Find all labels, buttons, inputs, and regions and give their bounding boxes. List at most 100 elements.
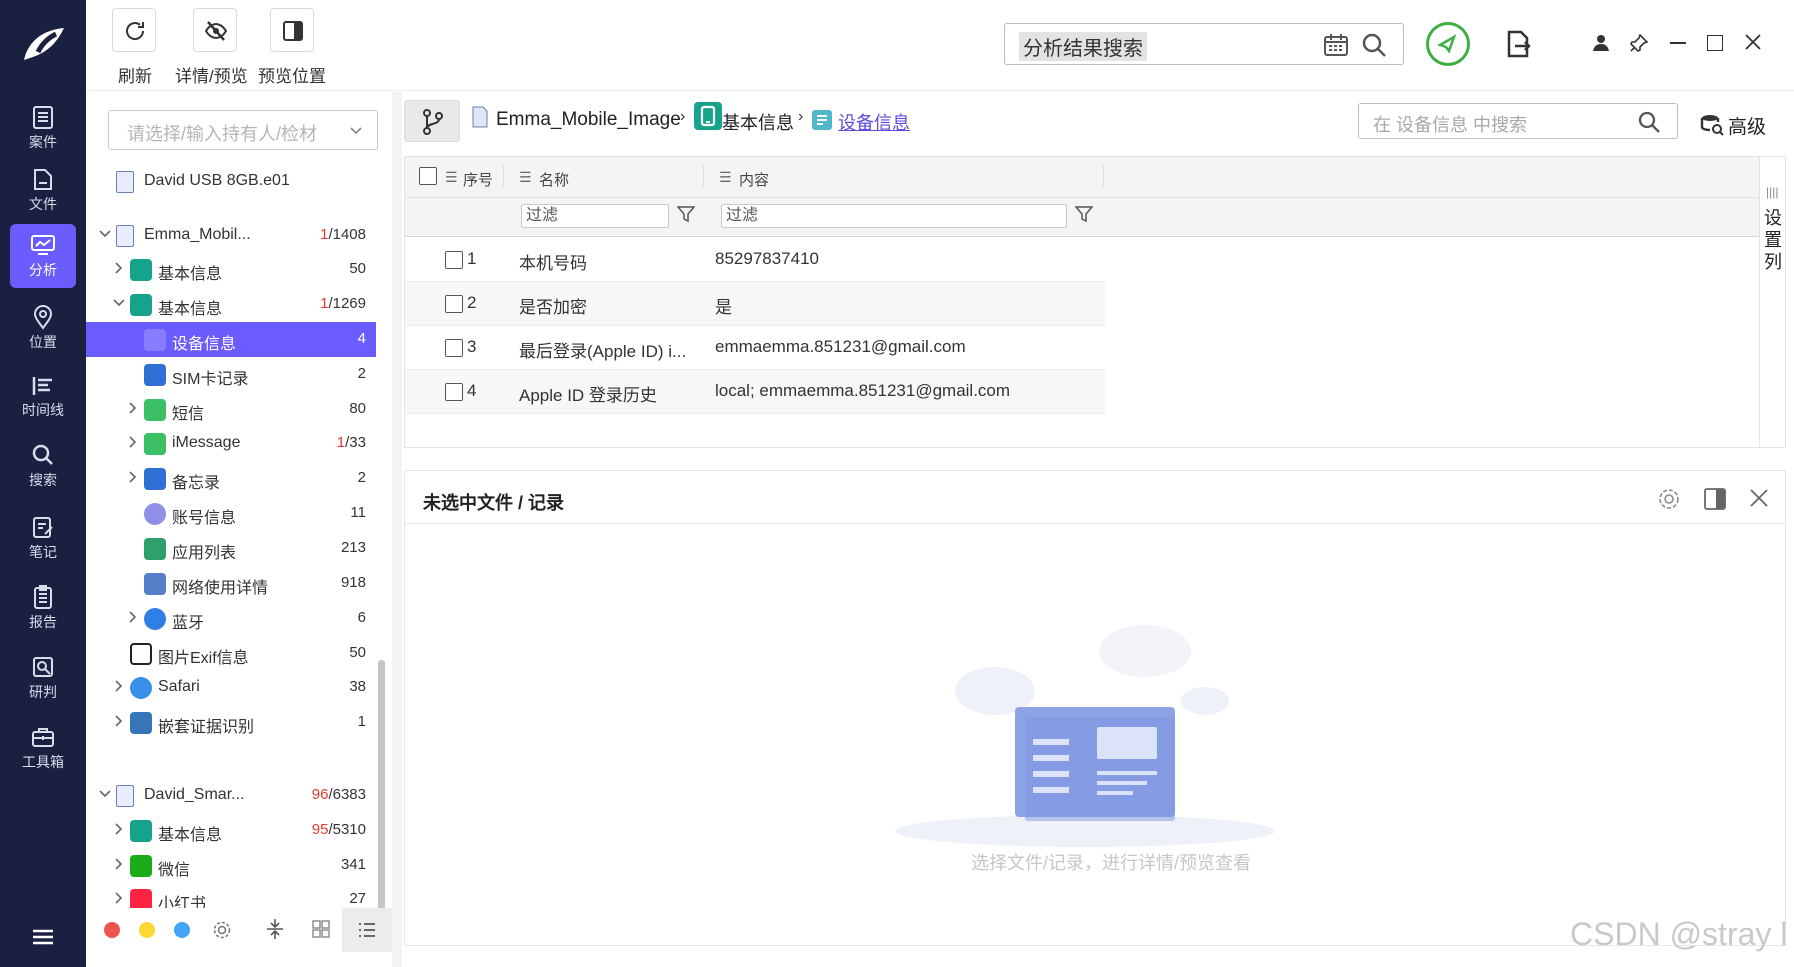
row-checkbox[interactable] bbox=[445, 251, 463, 269]
tree-item[interactable]: 应用列表 213 bbox=[86, 531, 376, 566]
sidebar-scrollbar[interactable] bbox=[378, 660, 385, 945]
chevron-down-icon[interactable] bbox=[98, 787, 112, 801]
user-icon[interactable] bbox=[1592, 34, 1610, 57]
name-filter-input[interactable]: 过滤 bbox=[521, 204, 669, 228]
nav-timeline[interactable]: 时间线 bbox=[10, 364, 76, 428]
case-icon bbox=[33, 106, 53, 129]
nav-report[interactable]: 报告 bbox=[10, 576, 76, 640]
nav-files[interactable]: 文件 bbox=[10, 158, 76, 222]
red-dot[interactable] bbox=[104, 922, 120, 938]
tree-item[interactable]: 基本信息 50 bbox=[86, 252, 376, 287]
chevron-down-icon[interactable] bbox=[112, 296, 126, 310]
pin-icon[interactable] bbox=[1630, 33, 1649, 57]
row-checkbox[interactable] bbox=[445, 339, 463, 357]
column-header-name[interactable]: 名称 bbox=[539, 169, 569, 190]
tree-item[interactable]: 微信 341 bbox=[86, 848, 376, 883]
layout-right-icon[interactable] bbox=[1703, 487, 1727, 516]
table-row[interactable]: 3 最后登录(Apple ID) i... emmaemma.851231@gmai… bbox=[405, 326, 1105, 370]
column-settings-button[interactable]: |||| 设置列 bbox=[1759, 157, 1785, 447]
blue-dot[interactable] bbox=[174, 922, 190, 938]
column-divider[interactable] bbox=[703, 165, 704, 187]
status-shield-icon[interactable] bbox=[1426, 22, 1470, 66]
chevron-right-icon[interactable] bbox=[112, 261, 126, 275]
column-divider[interactable] bbox=[1103, 165, 1104, 187]
tree-item[interactable]: 基本信息 95/5310 bbox=[86, 813, 376, 848]
search-icon[interactable] bbox=[1637, 110, 1661, 139]
refresh-button[interactable] bbox=[112, 8, 156, 52]
tree-item[interactable]: 账号信息 11 bbox=[86, 496, 376, 531]
filter-icon[interactable] bbox=[676, 205, 696, 228]
list-view-button[interactable] bbox=[342, 908, 392, 952]
row-checkbox[interactable] bbox=[445, 383, 463, 401]
nav-location[interactable]: 位置 bbox=[10, 296, 76, 360]
tree-item[interactable]: David_Smar... 96/6383 bbox=[86, 778, 376, 813]
content-filter-input[interactable]: 过滤 bbox=[721, 204, 1067, 228]
nav-toolbox[interactable]: 工具箱 bbox=[10, 716, 76, 780]
column-header-content[interactable]: 内容 bbox=[739, 169, 769, 190]
column-header-index[interactable]: 序号 bbox=[463, 169, 493, 190]
nav-case[interactable]: 案件 bbox=[10, 96, 76, 160]
breadcrumb-item[interactable]: Emma_Mobile_Image bbox=[496, 109, 681, 131]
holder-select[interactable]: 请选择/输入持有人/检材 bbox=[108, 110, 378, 150]
nav-analysis[interactable]: 分析 bbox=[10, 224, 76, 288]
chevron-right-icon[interactable] bbox=[112, 822, 126, 836]
column-menu-icon[interactable]: ☰ bbox=[719, 169, 732, 186]
filter-icon[interactable] bbox=[1074, 205, 1094, 228]
minimize-icon[interactable] bbox=[1670, 42, 1686, 44]
table-search-input[interactable]: 在 设备信息 中搜索 bbox=[1358, 103, 1678, 139]
tree-item[interactable]: SIM卡记录 2 bbox=[86, 357, 376, 392]
branch-button[interactable] bbox=[404, 100, 460, 142]
column-divider[interactable] bbox=[503, 165, 504, 187]
chevron-right-icon[interactable] bbox=[126, 435, 140, 449]
nav-search[interactable]: 搜索 bbox=[10, 434, 76, 498]
tree-item[interactable]: 备忘录 2 bbox=[86, 461, 376, 496]
tree-item[interactable]: 嵌套证据识别 1 bbox=[86, 705, 376, 740]
settings-icon[interactable] bbox=[212, 920, 232, 945]
sidebar-splitter[interactable] bbox=[392, 92, 402, 967]
tree-item[interactable]: iMessage 1/33 bbox=[86, 426, 376, 461]
tree-item[interactable]: 基本信息 1/1269 bbox=[86, 287, 376, 322]
tree-item[interactable]: 蓝牙 6 bbox=[86, 601, 376, 636]
chevron-right-icon[interactable] bbox=[112, 857, 126, 871]
breadcrumb-item[interactable]: 基本信息 bbox=[722, 109, 794, 135]
select-all-checkbox[interactable] bbox=[419, 167, 437, 185]
tree-item[interactable]: David USB 8GB.e01 bbox=[86, 164, 376, 199]
chevron-right-icon[interactable] bbox=[112, 679, 126, 693]
column-menu-icon[interactable]: ☰ bbox=[519, 169, 532, 186]
preview-position-button[interactable] bbox=[270, 8, 314, 52]
export-icon[interactable] bbox=[1505, 30, 1531, 63]
chevron-right-icon[interactable] bbox=[112, 891, 126, 905]
global-search-input[interactable]: 分析结果搜索 bbox=[1004, 23, 1404, 65]
nav-notes[interactable]: 笔记 bbox=[10, 506, 76, 570]
nav-judge[interactable]: 研判 bbox=[10, 646, 76, 710]
chevron-down-icon[interactable] bbox=[98, 227, 112, 241]
close-icon[interactable] bbox=[1748, 487, 1770, 514]
tree-item[interactable]: 设备信息 4 bbox=[86, 322, 376, 357]
column-menu-icon[interactable]: ☰ bbox=[445, 169, 458, 186]
chevron-right-icon[interactable] bbox=[126, 610, 140, 624]
tree-item[interactable]: 短信 80 bbox=[86, 392, 376, 427]
collapse-icon[interactable] bbox=[266, 918, 284, 945]
breadcrumb-current[interactable]: 设备信息 bbox=[838, 109, 910, 135]
settings-icon[interactable] bbox=[1657, 487, 1681, 516]
detail-preview-button[interactable] bbox=[193, 8, 237, 52]
table-row[interactable]: 4 Apple ID 登录历史 local; emmaemma.851231@gma… bbox=[405, 370, 1105, 414]
tree-item[interactable]: 网络使用详情 918 bbox=[86, 566, 376, 601]
close-icon[interactable] bbox=[1744, 33, 1762, 56]
maximize-icon[interactable] bbox=[1707, 35, 1723, 51]
row-checkbox[interactable] bbox=[445, 295, 463, 313]
nested-evidence-icon bbox=[130, 712, 152, 734]
table-row[interactable]: 2 是否加密 是 bbox=[405, 282, 1105, 326]
grid-view-icon[interactable] bbox=[312, 920, 330, 943]
table-row[interactable]: 1 本机号码 85297837410 bbox=[405, 238, 1105, 282]
menu-icon[interactable] bbox=[32, 928, 54, 951]
chevron-right-icon[interactable] bbox=[112, 714, 126, 728]
chevron-right-icon[interactable] bbox=[126, 470, 140, 484]
calendar-icon[interactable] bbox=[1323, 33, 1349, 62]
chevron-right-icon[interactable] bbox=[126, 401, 140, 415]
tree-item[interactable]: 图片Exif信息 50 bbox=[86, 636, 376, 671]
tree-item[interactable]: Safari 38 bbox=[86, 670, 376, 705]
tree-item[interactable]: Emma_Mobil... 1/1408 bbox=[86, 218, 376, 253]
search-icon[interactable] bbox=[1361, 32, 1387, 63]
yellow-dot[interactable] bbox=[139, 922, 155, 938]
